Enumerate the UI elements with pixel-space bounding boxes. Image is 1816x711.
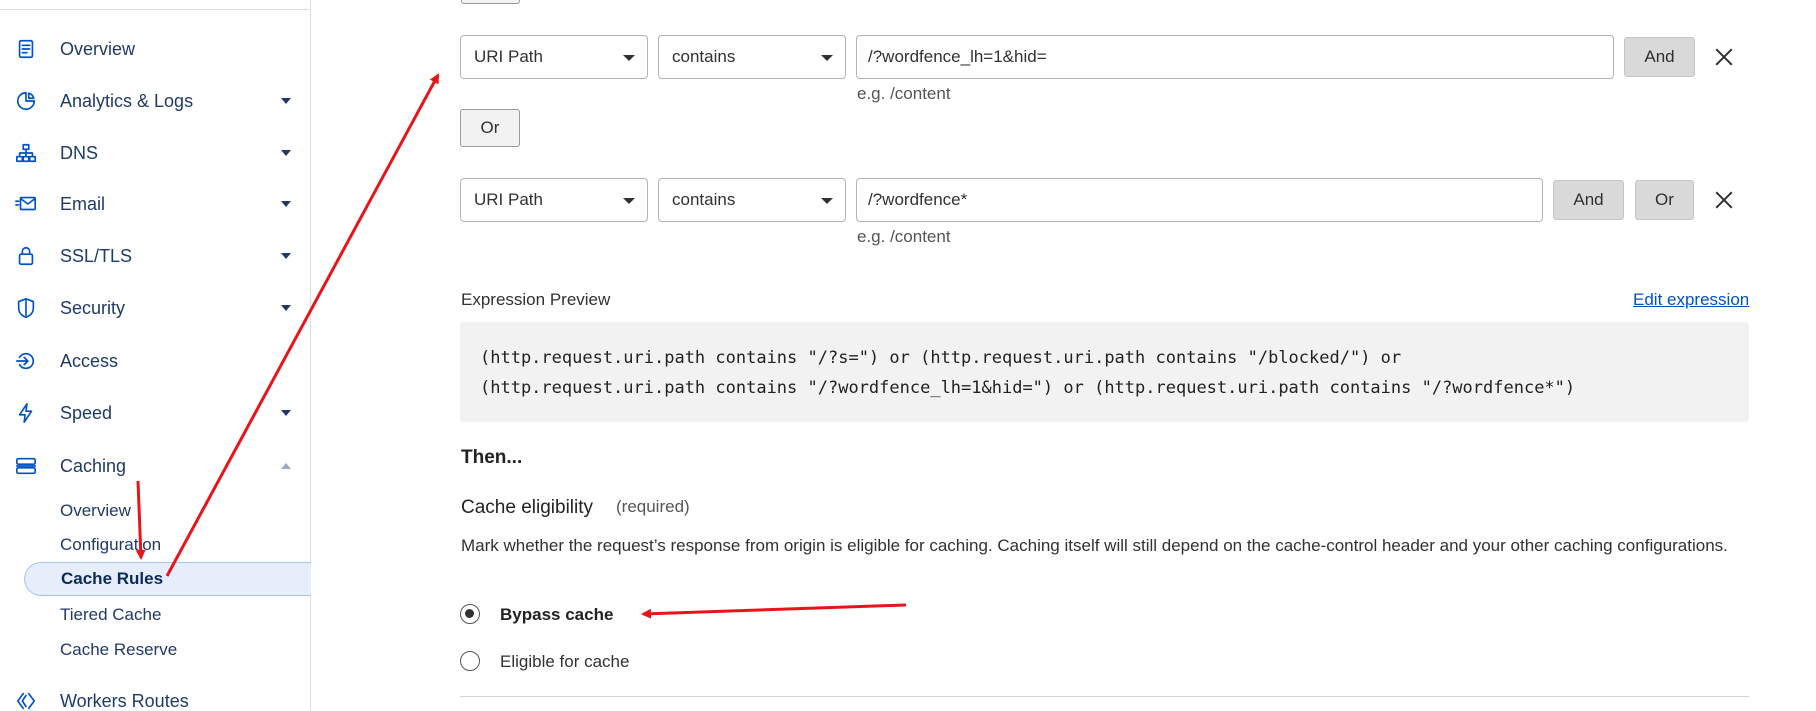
chevron-down-icon[interactable] xyxy=(281,98,291,104)
value-hint: e.g. /content xyxy=(857,227,951,246)
server-icon xyxy=(14,454,38,478)
document-icon xyxy=(14,37,38,61)
expression-line: (http.request.uri.path contains "/?s=") … xyxy=(480,348,1402,368)
annotation-arrow xyxy=(641,603,907,619)
chevron-down-icon[interactable] xyxy=(281,253,291,259)
and-button[interactable]: And xyxy=(1624,37,1695,77)
operator-select-value: contains xyxy=(672,47,736,66)
sidebar-item-speed[interactable]: Speed xyxy=(0,393,311,433)
value-input[interactable] xyxy=(856,178,1543,222)
chevron-down-icon[interactable] xyxy=(281,305,291,311)
sidebar-item-label: Email xyxy=(60,193,106,214)
sidebar: Overview Analytics & Logs DNS Email SSL/… xyxy=(0,0,311,711)
or-button[interactable]: Or xyxy=(460,109,520,147)
field-select[interactable]: URI Path xyxy=(460,35,648,79)
network-icon xyxy=(14,141,38,165)
field-select-value: URI Path xyxy=(474,47,543,66)
edit-expression-link[interactable]: Edit expression xyxy=(1633,290,1749,310)
close-icon[interactable] xyxy=(1713,189,1735,211)
expression-preview-code: (http.request.uri.path contains "/?s=") … xyxy=(460,322,1749,422)
sidebar-subitem-configuration[interactable]: Configuration xyxy=(24,528,311,562)
chevron-up-icon[interactable] xyxy=(281,463,291,469)
sidebar-item-dns[interactable]: DNS xyxy=(0,133,311,173)
chevron-down-icon[interactable] xyxy=(281,150,291,156)
sidebar-item-email[interactable]: Email xyxy=(0,184,311,224)
sidebar-subitem-label: Cache Reserve xyxy=(60,640,178,659)
access-icon xyxy=(14,349,38,373)
sidebar-subitem-label: Configuration xyxy=(60,535,162,554)
sidebar-item-label: Security xyxy=(60,297,126,318)
sidebar-item-label: Workers Routes xyxy=(60,690,189,711)
sidebar-item-label: Analytics & Logs xyxy=(60,90,194,111)
sidebar-item-workers-routes[interactable]: Workers Routes xyxy=(0,681,311,711)
eligible-for-cache-radio[interactable] xyxy=(460,651,480,671)
chevron-down-icon xyxy=(623,55,635,61)
expression-preview-label: Expression Preview xyxy=(461,290,611,309)
lightning-icon xyxy=(14,401,38,425)
previous-button-edge[interactable] xyxy=(461,0,520,4)
sidebar-item-analytics[interactable]: Analytics & Logs xyxy=(0,81,311,121)
value-input[interactable] xyxy=(856,35,1614,79)
shield-icon xyxy=(14,296,38,320)
workers-icon xyxy=(14,689,38,711)
sidebar-subitem-label: Overview xyxy=(60,501,131,520)
sidebar-subitem-cache-rules[interactable]: Cache Rules xyxy=(24,562,311,596)
sidebar-subitem-cache-reserve[interactable]: Cache Reserve xyxy=(24,633,311,667)
sidebar-subitem-caching-overview[interactable]: Overview xyxy=(24,494,311,528)
cache-eligibility-description: Mark whether the request’s response from… xyxy=(461,536,1728,555)
chevron-down-icon xyxy=(821,55,833,61)
sidebar-item-caching[interactable]: Caching xyxy=(0,446,311,486)
sidebar-item-ssl-tls[interactable]: SSL/TLS xyxy=(0,236,311,276)
bypass-cache-label[interactable]: Bypass cache xyxy=(500,605,613,625)
then-heading: Then... xyxy=(461,447,523,468)
sidebar-item-label: Access xyxy=(60,350,119,371)
sidebar-subitem-label: Tiered Cache xyxy=(60,605,162,624)
field-select-value: URI Path xyxy=(474,190,543,209)
and-button[interactable]: And xyxy=(1553,180,1624,220)
or-button[interactable]: Or xyxy=(1635,180,1694,220)
pie-chart-icon xyxy=(14,89,38,113)
sidebar-subitem-label: Cache Rules xyxy=(61,569,164,588)
section-divider xyxy=(460,696,1749,697)
required-label: (required) xyxy=(616,497,690,516)
eligible-for-cache-label[interactable]: Eligible for cache xyxy=(500,652,629,672)
operator-select[interactable]: contains xyxy=(658,178,846,222)
expression-line: (http.request.uri.path contains "/?wordf… xyxy=(480,378,1576,398)
chevron-down-icon[interactable] xyxy=(281,201,291,207)
sidebar-item-label: Overview xyxy=(60,38,136,59)
cache-eligibility-title: Cache eligibility xyxy=(461,497,594,518)
operator-select-value: contains xyxy=(672,190,736,209)
chevron-down-icon[interactable] xyxy=(281,410,291,416)
operator-select[interactable]: contains xyxy=(658,35,846,79)
sidebar-item-label: DNS xyxy=(60,142,99,163)
sidebar-item-overview[interactable]: Overview xyxy=(0,29,311,69)
sidebar-item-label: Speed xyxy=(60,402,113,423)
chevron-down-icon xyxy=(623,198,635,204)
sidebar-subitem-tiered-cache[interactable]: Tiered Cache xyxy=(24,598,311,632)
sidebar-item-access[interactable]: Access xyxy=(0,341,311,381)
sidebar-item-security[interactable]: Security xyxy=(0,288,311,328)
close-icon[interactable] xyxy=(1713,46,1735,68)
bypass-cache-radio[interactable] xyxy=(460,604,480,624)
field-select[interactable]: URI Path xyxy=(460,178,648,222)
lock-icon xyxy=(14,244,38,268)
sidebar-divider xyxy=(0,9,311,10)
sidebar-item-label: SSL/TLS xyxy=(60,245,133,266)
value-hint: e.g. /content xyxy=(857,84,951,103)
envelope-icon xyxy=(14,192,38,216)
sidebar-item-label: Caching xyxy=(60,455,127,476)
chevron-down-icon xyxy=(821,198,833,204)
